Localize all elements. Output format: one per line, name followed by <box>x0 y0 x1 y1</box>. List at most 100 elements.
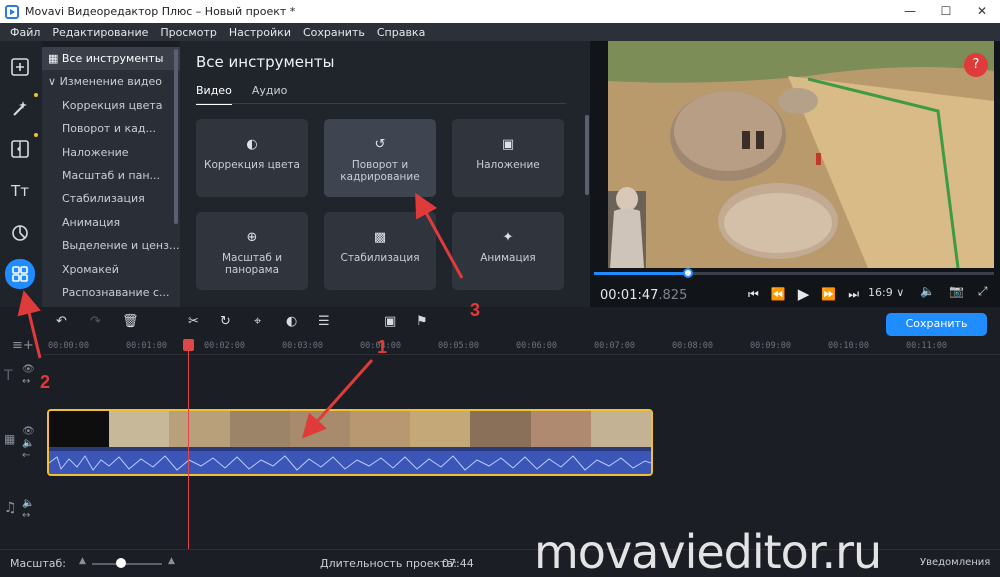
save-button[interactable]: Сохранить <box>886 313 987 336</box>
menu-edit[interactable]: Редактирование <box>52 26 148 39</box>
chevron-down-icon: ∨ <box>48 75 57 89</box>
transitions-icon[interactable] <box>6 133 38 163</box>
mute-icon[interactable]: 🔈 <box>22 498 64 509</box>
category-item[interactable]: Поворот и кад... <box>42 117 180 140</box>
volume-icon[interactable]: 🔈 <box>920 284 935 299</box>
stickers-icon[interactable] <box>6 219 34 247</box>
aspect-ratio-value: 16:9 <box>868 286 893 299</box>
zoom-slider[interactable] <box>92 563 162 565</box>
tool-card-overlay[interactable]: ▣ Наложение <box>452 119 564 197</box>
category-item[interactable]: Выделение и ценз... <box>42 234 180 257</box>
annotation-number: 1 <box>377 337 388 357</box>
playhead[interactable] <box>188 343 189 550</box>
link-icon[interactable]: ↔ <box>22 510 64 521</box>
video-preview: ? <box>608 41 994 268</box>
import-icon[interactable] <box>6 53 34 81</box>
maximize-button[interactable]: ☐ <box>928 0 964 23</box>
color-adjust-icon[interactable]: ◐ <box>286 315 297 329</box>
tools-panel: Все инструменты Видео Аудио ◐ Коррекция … <box>180 41 590 307</box>
titles-icon[interactable]: Tт <box>6 177 34 205</box>
delete-icon[interactable]: 🗑 <box>122 315 139 329</box>
tool-card-stabilization[interactable]: ▩ Стабилизация <box>324 212 436 290</box>
card-label: Коррекция цвета <box>204 159 300 171</box>
next-frame-icon[interactable]: ⏩ <box>821 287 836 301</box>
tools-scrollbar[interactable] <box>585 115 589 195</box>
tool-card-color-correction[interactable]: ◐ Коррекция цвета <box>196 119 308 197</box>
overlay-toggle-icon[interactable]: ▣ <box>384 315 396 329</box>
play-icon[interactable]: ▶ <box>798 285 810 303</box>
app-logo-icon <box>5 4 19 19</box>
go-to-end-icon[interactable]: ⏭ <box>848 287 859 302</box>
category-item[interactable]: Хромакей <box>42 258 180 281</box>
tool-card-rotate-crop[interactable]: ↺ Поворот и кадрирование <box>324 119 436 197</box>
clip-properties-icon[interactable]: ☰ <box>318 315 330 329</box>
left-toolbar: Tт <box>0 41 42 307</box>
video-clip[interactable] <box>47 409 653 476</box>
rotate-icon[interactable]: ↻ <box>220 315 231 329</box>
duration-value: 07:44 <box>442 557 474 570</box>
ruler-tick: 00:08:00 <box>672 341 713 351</box>
card-label: Наложение <box>476 159 540 171</box>
crop-icon[interactable]: ⌖ <box>254 315 261 329</box>
rotate-crop-icon: ↺ <box>374 137 386 152</box>
app-window: { "window": {"title": "Movavi Видеоредак… <box>0 0 1000 577</box>
redo-icon[interactable]: ↷ <box>90 315 101 329</box>
ruler-tick: 00:07:00 <box>594 341 635 351</box>
category-item[interactable]: Коррекция цвета <box>42 94 180 117</box>
previous-frame-icon[interactable]: ⏪ <box>771 287 786 301</box>
preview-panel: ? 00:01:47.825 ⏮ ⏪ ▶ ⏩ ⏭ 16:9 ∨ 🔈 📷 ⤢ <box>590 41 1000 307</box>
marker-icon[interactable]: ⚑ <box>416 315 428 329</box>
notifications-link[interactable]: Уведомления <box>920 557 990 568</box>
category-scrollbar[interactable] <box>174 49 178 224</box>
snapshot-icon[interactable]: 📷 <box>949 284 964 299</box>
menu-save[interactable]: Сохранить <box>303 26 365 39</box>
go-to-start-icon[interactable]: ⏮ <box>748 287 759 302</box>
category-all-tools[interactable]: ▦ Все инструменты <box>42 47 180 71</box>
magic-filters-icon[interactable] <box>6 93 38 123</box>
chevron-down-icon: ∨ <box>896 286 905 299</box>
category-list: ▦ Все инструменты ∨ Изменение видео Корр… <box>42 47 180 307</box>
menu-help[interactable]: Справка <box>377 26 425 39</box>
tab-divider <box>196 103 566 104</box>
new-indicator <box>34 93 38 97</box>
preview-progress-knob[interactable] <box>683 268 694 278</box>
menu-bar: Файл Редактирование Просмотр Настройки С… <box>0 23 1000 41</box>
new-indicator <box>34 133 38 137</box>
all-tools-icon[interactable] <box>5 259 35 289</box>
category-item[interactable]: Анимация <box>42 211 180 234</box>
tab-audio[interactable]: Аудио <box>252 84 288 105</box>
watermark: movavieditor.ru <box>534 525 882 577</box>
card-label: Анимация <box>480 252 536 264</box>
preview-progress[interactable] <box>594 268 994 278</box>
ruler-tick: 00:00:00 <box>48 341 89 351</box>
tab-video[interactable]: Видео <box>196 84 232 105</box>
panel-title: Все инструменты <box>196 53 335 71</box>
undo-icon[interactable]: ↶ <box>56 315 67 329</box>
fullscreen-icon[interactable]: ⤢ <box>978 284 988 299</box>
ruler-tick: 00:03:00 <box>282 341 323 351</box>
tool-card-zoom-pan[interactable]: ⊕ Масштаб и панорама <box>196 212 308 290</box>
category-group-video[interactable]: ∨ Изменение видео <box>42 70 180 93</box>
aspect-ratio-select[interactable]: 16:9 ∨ <box>868 286 904 299</box>
zoom-out-icon[interactable]: ▲ <box>79 556 86 566</box>
category-item[interactable]: Распознавание с... <box>42 281 180 304</box>
ruler-tick: 00:02:00 <box>204 341 245 351</box>
menu-settings[interactable]: Настройки <box>229 26 291 39</box>
ruler-tick: 00:10:00 <box>828 341 869 351</box>
menu-view[interactable]: Просмотр <box>160 26 216 39</box>
minimize-button[interactable]: — <box>892 0 928 23</box>
tool-card-animation[interactable]: ✦ Анимация <box>452 212 564 290</box>
zoom-slider-knob[interactable] <box>116 558 126 568</box>
category-item[interactable]: Наложение <box>42 141 180 164</box>
category-item[interactable]: Стабилизация <box>42 187 180 210</box>
menu-file[interactable]: Файл <box>10 26 40 39</box>
zoom-pan-icon: ⊕ <box>246 230 258 245</box>
category-label: Все инструменты <box>61 52 164 65</box>
help-button[interactable]: ? <box>964 53 988 77</box>
ruler-tick: 00:05:00 <box>438 341 479 351</box>
cut-icon[interactable]: ✂ <box>188 315 199 329</box>
annotation-number: 3 <box>470 300 481 320</box>
zoom-in-icon[interactable]: ▲ <box>168 556 175 566</box>
close-button[interactable]: ✕ <box>964 0 1000 23</box>
category-item[interactable]: Масштаб и пан... <box>42 164 180 187</box>
